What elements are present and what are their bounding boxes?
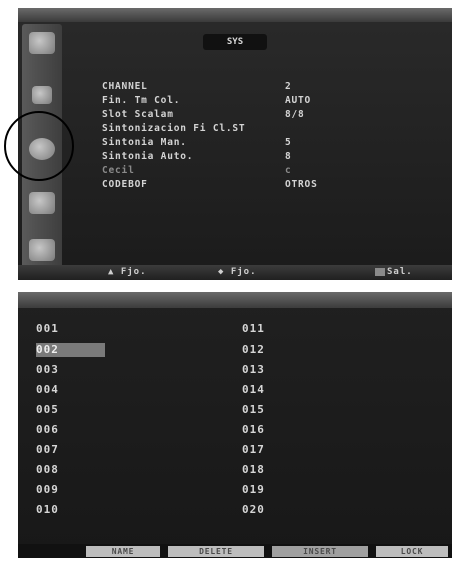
channel-item[interactable]: 013: [242, 363, 265, 377]
insert-button[interactable]: INSERT: [272, 546, 368, 557]
menu-row-value: AUTO: [285, 95, 312, 106]
lock-menu-icon[interactable]: [29, 239, 55, 261]
lock-button[interactable]: LOCK: [376, 546, 448, 557]
menu-header-bar: [18, 8, 452, 22]
menu-row-value: 5: [285, 137, 292, 148]
channel-item[interactable]: 004: [36, 383, 59, 397]
channel-list-header-bar: [18, 292, 452, 308]
name-button[interactable]: NAME: [86, 546, 160, 557]
channel-list-footer: NAME DELETE INSERT LOCK: [18, 544, 452, 558]
channel-item[interactable]: 008: [36, 463, 59, 477]
time-menu-icon[interactable]: [29, 192, 55, 214]
footer-adjust-hint: ◆ Fjo.: [218, 267, 257, 277]
menu-key-icon: [375, 267, 385, 276]
channel-item[interactable]: 015: [242, 403, 265, 417]
channel-item[interactable]: 003: [36, 363, 59, 377]
menu-row-value: 8: [285, 151, 292, 162]
channel-item[interactable]: 001: [36, 322, 59, 336]
menu-row-value: OTROS: [285, 179, 318, 190]
channel-item[interactable]: 009: [36, 483, 59, 497]
channel-item[interactable]: 020: [242, 503, 265, 517]
menu-row-label: Cecil: [102, 165, 135, 176]
menu-row-label: CODEBOF: [102, 179, 148, 190]
menu-footer-bar: ▲ Fjo. ◆ Fjo. Sal.: [18, 265, 452, 280]
channel-item[interactable]: 014: [242, 383, 265, 397]
selected-menu-highlight-circle: [4, 111, 74, 181]
menu-title: SYS: [203, 34, 267, 50]
channel-item[interactable]: 010: [36, 503, 59, 517]
channel-item[interactable]: 012: [242, 343, 265, 357]
channel-item[interactable]: 017: [242, 443, 265, 457]
footer-exit-hint: Sal.: [363, 267, 413, 277]
footer-move-hint: ▲ Fjo.: [108, 267, 147, 277]
picture-menu-icon[interactable]: [29, 32, 55, 54]
channel-item[interactable]: 005: [36, 403, 59, 417]
menu-row-label: Slot Scalam: [102, 109, 174, 120]
menu-row-value: 8/8: [285, 109, 305, 120]
menu-row-label: CHANNEL: [102, 81, 148, 92]
menu-row-label: Fin. Tm Col.: [102, 95, 181, 106]
channel-item[interactable]: 007: [36, 443, 59, 457]
menu-row-label: Sintonia Man.: [102, 137, 187, 148]
menu-row-label: Sintonia Auto.: [102, 151, 194, 162]
channel-item-selected[interactable]: 002: [36, 343, 105, 357]
menu-row-value: 2: [285, 81, 292, 92]
delete-button[interactable]: DELETE: [168, 546, 264, 557]
channel-item[interactable]: 019: [242, 483, 265, 497]
channel-item[interactable]: 018: [242, 463, 265, 477]
footer-exit-label: Sal.: [387, 267, 413, 277]
channel-list-screen: 001 002 003 004 005 006 007 008 009 010 …: [18, 292, 452, 558]
menu-row-label: Sintonizacion Fi Cl.ST: [102, 123, 246, 134]
sound-menu-icon[interactable]: [32, 86, 52, 104]
menu-row-value: c: [285, 165, 292, 176]
channel-item[interactable]: 011: [242, 322, 265, 336]
channel-item[interactable]: 006: [36, 423, 59, 437]
settings-menu-screen: SYS CHANNEL 2 Fin. Tm Col. AUTO Slot Sca…: [4, 8, 452, 280]
channel-item[interactable]: 016: [242, 423, 265, 437]
